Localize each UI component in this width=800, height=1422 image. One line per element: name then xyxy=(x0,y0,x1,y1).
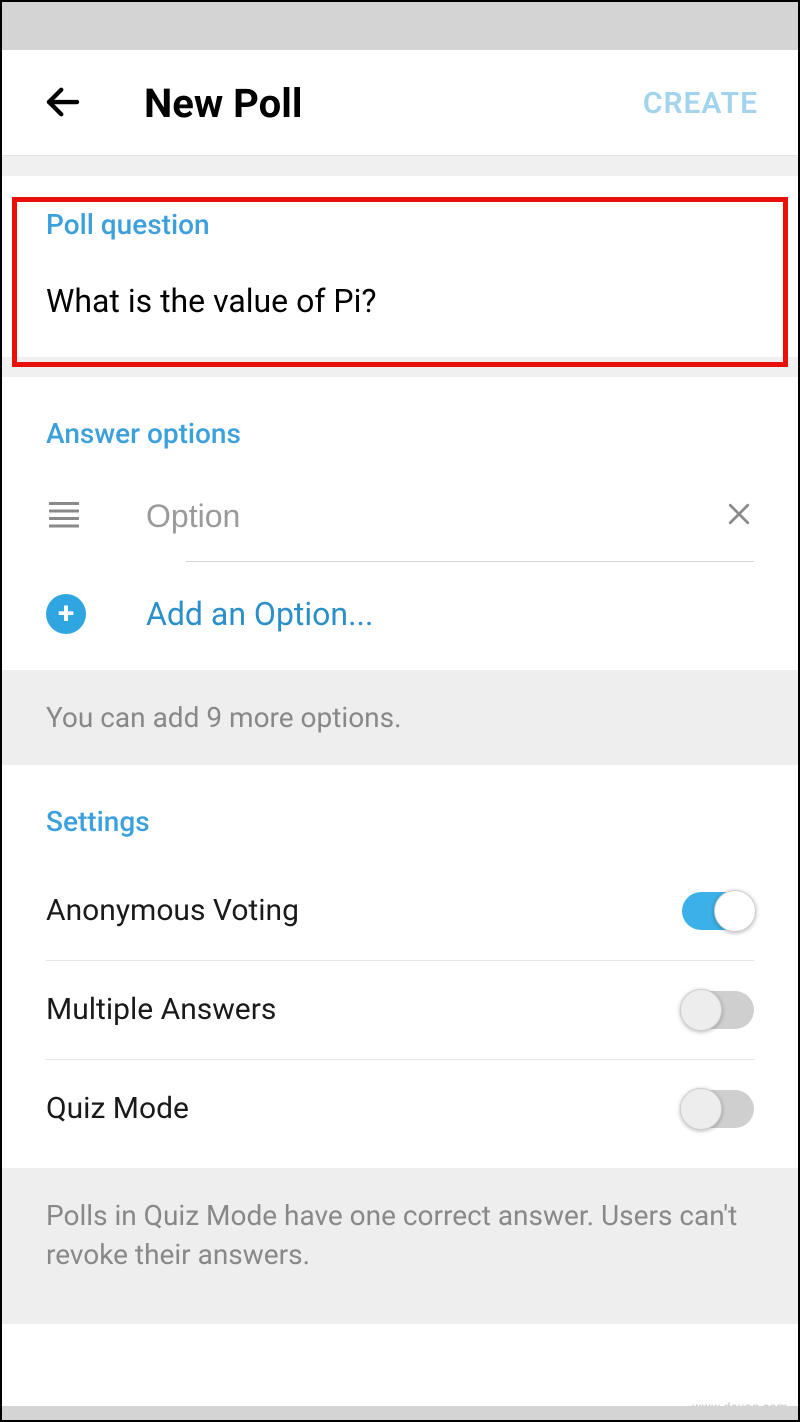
poll-question-input[interactable]: What is the value of Pi? xyxy=(46,281,754,323)
setting-anonymous-voting: Anonymous Voting xyxy=(46,862,754,961)
settings-label: Settings xyxy=(46,805,754,838)
back-arrow-icon[interactable] xyxy=(42,81,84,127)
status-bar xyxy=(2,2,798,50)
setting-quiz-mode: Quiz Mode xyxy=(46,1060,754,1158)
bottom-bar xyxy=(2,1406,798,1420)
header: New Poll CREATE xyxy=(2,50,798,155)
add-option-button[interactable]: + Add an Option... xyxy=(46,562,754,642)
setting-label: Anonymous Voting xyxy=(46,893,299,928)
section-gap xyxy=(2,156,798,176)
options-hint: You can add 9 more options. xyxy=(2,670,798,765)
poll-question-label: Poll question xyxy=(46,208,754,241)
toggle-multiple-answers[interactable] xyxy=(682,991,754,1029)
answer-options-section: Answer options + Add an Option... xyxy=(2,377,798,670)
page-title: New Poll xyxy=(144,80,643,127)
option-input[interactable] xyxy=(146,492,724,541)
add-option-label: Add an Option... xyxy=(146,595,373,633)
toggle-quiz-mode[interactable] xyxy=(682,1090,754,1128)
setting-label: Multiple Answers xyxy=(46,992,276,1027)
setting-multiple-answers: Multiple Answers xyxy=(46,961,754,1060)
drag-handle-icon[interactable] xyxy=(46,500,86,532)
poll-question-section: Poll question What is the value of Pi? xyxy=(2,176,798,357)
settings-section: Settings Anonymous Voting Multiple Answe… xyxy=(2,765,798,1168)
quiz-mode-hint: Polls in Quiz Mode have one correct answ… xyxy=(2,1168,798,1324)
remove-option-icon[interactable] xyxy=(724,499,754,533)
option-row xyxy=(46,484,754,561)
toggle-anonymous-voting[interactable] xyxy=(682,892,754,930)
create-button[interactable]: CREATE xyxy=(643,86,758,121)
section-gap xyxy=(2,357,798,377)
plus-icon: + xyxy=(46,594,86,634)
answer-options-label: Answer options xyxy=(46,417,754,450)
setting-label: Quiz Mode xyxy=(46,1091,189,1126)
